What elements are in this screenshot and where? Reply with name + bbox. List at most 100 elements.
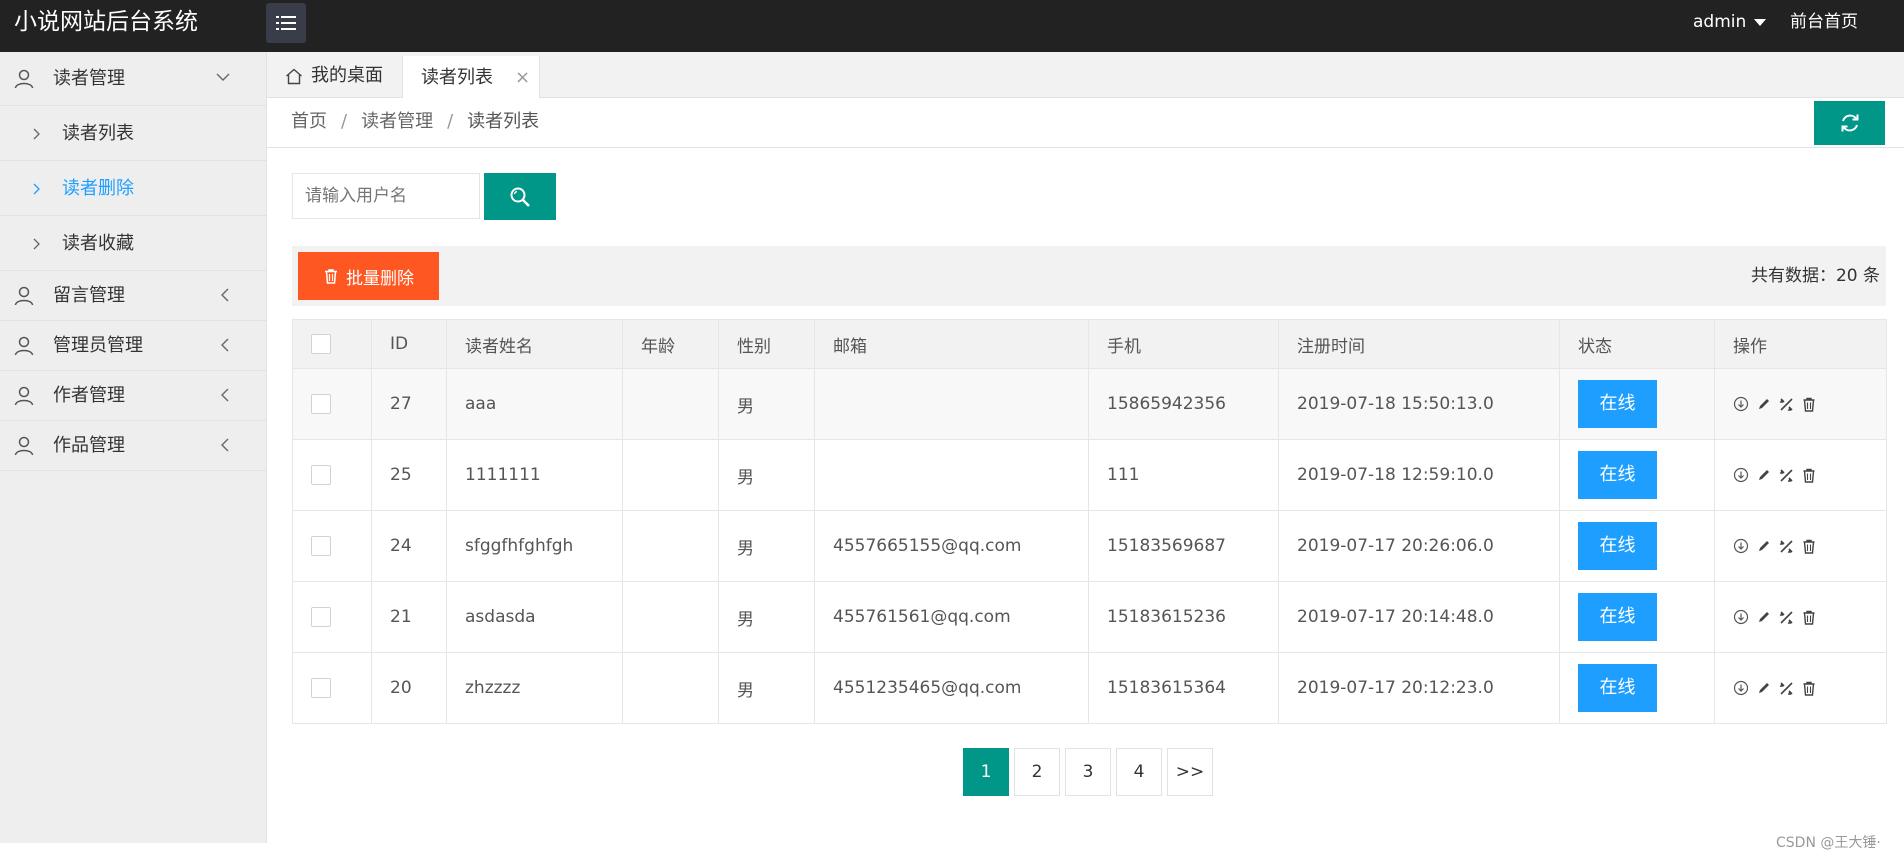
sidebar-group-messages[interactable]: 留言管理 — [0, 271, 266, 321]
edit-icon[interactable] — [1757, 681, 1771, 695]
trash-icon[interactable] — [1802, 610, 1816, 625]
status-online-button[interactable]: 在线 — [1578, 380, 1657, 428]
cell-status: 在线 — [1559, 368, 1715, 440]
next-page-button[interactable]: >> — [1167, 748, 1213, 796]
row-checkbox[interactable] — [311, 678, 331, 698]
user-icon — [14, 436, 34, 456]
watermark: CSDN @王大锤· — [1776, 835, 1881, 851]
sidebar-group-label: 作品管理 — [53, 435, 125, 456]
column-header: 状态 — [1559, 319, 1715, 369]
table-row: 20 zhzzzz 男 4551235465@qq.com 15183615364 201… — [292, 652, 1887, 724]
column-header: 注册时间 — [1278, 319, 1560, 369]
download-icon[interactable] — [1733, 609, 1749, 625]
tab-bar: 我的桌面 读者列表 × — [267, 52, 1904, 99]
trash-icon[interactable] — [1802, 397, 1816, 412]
breadcrumb-home[interactable]: 首页 — [291, 98, 327, 146]
trash-icon[interactable] — [1802, 468, 1816, 483]
trash-icon — [325, 269, 337, 284]
trash-icon[interactable] — [1802, 539, 1816, 554]
chevron-right-icon — [33, 128, 40, 140]
cell-id: 21 — [371, 581, 447, 653]
page-button-4[interactable]: 4 — [1116, 748, 1162, 796]
cell-email: 4557665155@qq.com — [814, 510, 1089, 582]
cell-age — [622, 368, 719, 440]
select-all-checkbox[interactable] — [311, 334, 331, 354]
front-home-link[interactable]: 前台首页 — [1790, 0, 1858, 44]
row-checkbox-cell — [292, 368, 372, 440]
sidebar-item-reader-delete[interactable]: 读者删除 — [0, 161, 266, 216]
cell-actions — [1714, 439, 1887, 511]
edit-icon[interactable] — [1757, 397, 1771, 411]
page-button-1[interactable]: 1 — [963, 748, 1009, 796]
cell-phone: 15183615364 — [1088, 652, 1279, 724]
cell-age — [622, 581, 719, 653]
status-online-button[interactable]: 在线 — [1578, 664, 1657, 712]
reader-table: ID 读者姓名 年龄 性别 邮箱 手机 注册时间 状态 操作 27 aaa 男 158… — [292, 319, 1887, 724]
cell-name: asdasda — [446, 581, 623, 653]
search-button[interactable] — [484, 173, 556, 220]
row-checkbox-cell — [292, 581, 372, 653]
cell-gender: 男 — [718, 368, 815, 440]
sidebar-group-admins[interactable]: 管理员管理 — [0, 321, 266, 371]
cell-status: 在线 — [1559, 581, 1715, 653]
user-icon — [14, 69, 34, 89]
chevron-left-icon — [221, 388, 229, 402]
cell-status: 在线 — [1559, 510, 1715, 582]
sidebar-group-works[interactable]: 作品管理 — [0, 421, 266, 471]
tools-icon[interactable] — [1779, 539, 1794, 554]
download-icon[interactable] — [1733, 396, 1749, 412]
row-checkbox[interactable] — [311, 394, 331, 414]
trash-icon[interactable] — [1802, 681, 1816, 696]
tools-icon[interactable] — [1779, 610, 1794, 625]
column-header: 读者姓名 — [446, 319, 623, 369]
breadcrumb-reader-management[interactable]: 读者管理 — [361, 98, 433, 146]
chevron-left-icon — [221, 338, 229, 352]
search-icon — [510, 187, 530, 207]
cell-phone: 15865942356 — [1088, 368, 1279, 440]
download-icon[interactable] — [1733, 538, 1749, 554]
page-button-2[interactable]: 2 — [1014, 748, 1060, 796]
row-checkbox[interactable] — [311, 465, 331, 485]
column-header: 年龄 — [622, 319, 719, 369]
user-icon — [14, 386, 34, 406]
top-bar: 小说网站后台系统 admin 前台首页 — [0, 0, 1904, 52]
close-icon[interactable]: × — [515, 56, 530, 100]
sidebar-group-readers[interactable]: 读者管理 — [0, 52, 266, 106]
sidebar-group-authors[interactable]: 作者管理 — [0, 371, 266, 421]
table-toolbar: 批量删除 共有数据：20 条 — [292, 246, 1886, 306]
cell-name: sfggfhfghfgh — [446, 510, 623, 582]
username-search-input[interactable] — [292, 173, 480, 219]
status-online-button[interactable]: 在线 — [1578, 522, 1657, 570]
cell-status: 在线 — [1559, 439, 1715, 511]
app-title: 小说网站后台系统 — [14, 9, 198, 35]
status-online-button[interactable]: 在线 — [1578, 451, 1657, 499]
edit-icon[interactable] — [1757, 468, 1771, 482]
sidebar-item-reader-favorites[interactable]: 读者收藏 — [0, 216, 266, 271]
cell-email: 4551235465@qq.com — [814, 652, 1089, 724]
breadcrumb-row: 首页 / 读者管理 / 读者列表 — [267, 98, 1904, 148]
cell-name: zhzzzz — [446, 652, 623, 724]
refresh-button[interactable] — [1814, 101, 1885, 145]
menu-toggle-button[interactable] — [266, 3, 306, 43]
edit-icon[interactable] — [1757, 610, 1771, 624]
download-icon[interactable] — [1733, 680, 1749, 696]
row-checkbox[interactable] — [311, 607, 331, 627]
batch-delete-label: 批量删除 — [346, 268, 414, 289]
download-icon[interactable] — [1733, 467, 1749, 483]
cell-name: aaa — [446, 368, 623, 440]
page-button-3[interactable]: 3 — [1065, 748, 1111, 796]
batch-delete-button[interactable]: 批量删除 — [298, 252, 439, 300]
edit-icon[interactable] — [1757, 539, 1771, 553]
tools-icon[interactable] — [1779, 397, 1794, 412]
sidebar-group-label: 管理员管理 — [53, 335, 143, 356]
sidebar-item-reader-list[interactable]: 读者列表 — [0, 106, 266, 161]
tools-icon[interactable] — [1779, 681, 1794, 696]
user-menu[interactable]: admin — [1693, 0, 1767, 44]
breadcrumb: 首页 / 读者管理 / 读者列表 — [291, 98, 539, 146]
row-checkbox[interactable] — [311, 536, 331, 556]
status-online-button[interactable]: 在线 — [1578, 593, 1657, 641]
tab-reader-list[interactable]: 读者列表 × — [402, 56, 540, 99]
tools-icon[interactable] — [1779, 468, 1794, 483]
tab-desktop[interactable]: 我的桌面 — [285, 54, 383, 98]
cell-age — [622, 652, 719, 724]
